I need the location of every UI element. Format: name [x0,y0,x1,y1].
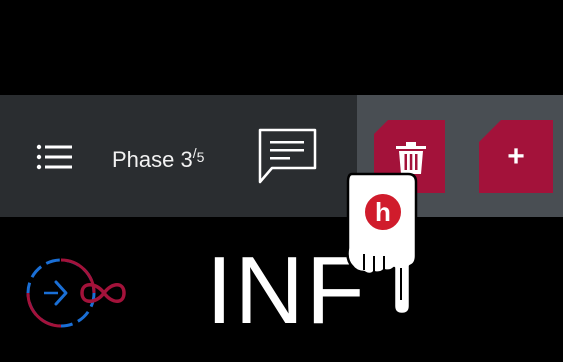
phase-total: 5 [196,149,205,165]
menu-icon[interactable] [36,144,72,170]
hand-badge-letter: h [375,197,391,227]
note-icon[interactable] [258,128,318,186]
phase-label: Phase 3/5 [112,145,205,175]
phase-current: 3 [180,147,193,172]
phase-text: Phase [112,147,175,172]
pointing-hand-icon: h [346,172,418,316]
timer-infinity-icon [26,258,126,328]
add-phase-button[interactable]: + [479,120,553,193]
plus-icon: + [507,139,525,173]
